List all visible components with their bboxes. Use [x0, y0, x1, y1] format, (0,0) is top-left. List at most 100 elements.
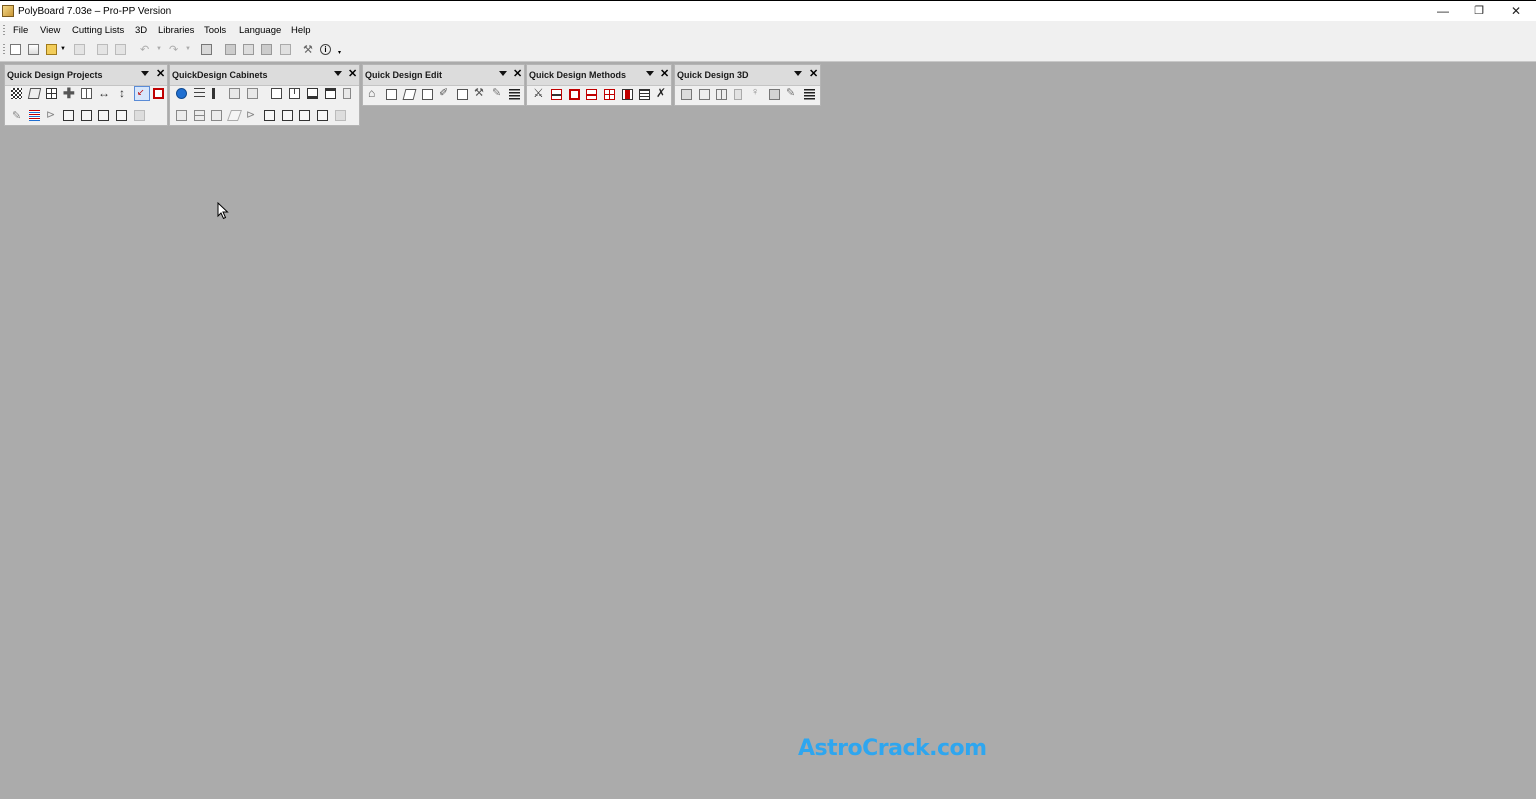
notch-icon[interactable] [457, 89, 468, 100]
shelves-icon[interactable] [194, 88, 205, 99]
close-button[interactable]: ✕ [1502, 3, 1530, 19]
drawer-icon[interactable] [211, 110, 222, 121]
solid-cube-icon[interactable] [335, 110, 346, 121]
print-icon[interactable] [97, 44, 108, 55]
hamburger-list-icon[interactable] [509, 89, 520, 100]
rotate-icon[interactable] [280, 44, 291, 55]
panel-dropdown-icon[interactable] [334, 71, 342, 76]
panel-header[interactable]: Quick Design Methods ✕ [527, 65, 671, 86]
redo-dropdown-icon[interactable]: ▼ [185, 46, 191, 52]
pencil-icon[interactable]: ✎ [12, 109, 21, 122]
carcass-icon[interactable] [229, 88, 240, 99]
panel-header[interactable]: Quick Design Projects ✕ [5, 65, 167, 86]
info-icon[interactable]: i [320, 44, 331, 55]
panel-close-icon[interactable]: ✕ [348, 68, 357, 80]
open-dropdown-icon[interactable]: ▼ [60, 46, 66, 52]
cut-method-icon[interactable]: ✗ [656, 86, 666, 100]
add-divider-icon[interactable]: ✚ [63, 85, 75, 102]
edging-method-icon[interactable] [639, 89, 650, 100]
arrow-forward-icon[interactable]: ⊳ [46, 108, 55, 121]
joint-method-icon[interactable] [551, 89, 562, 100]
brush-icon[interactable]: ✐ [439, 86, 448, 99]
open-folder-icon[interactable] [46, 44, 57, 55]
cube-icon-2[interactable] [81, 110, 92, 121]
hammer-icon[interactable]: ⚒ [474, 86, 484, 99]
step-shape-icon[interactable] [422, 89, 433, 100]
hardware-method-icon[interactable] [622, 89, 633, 100]
menu-tools[interactable]: Tools [204, 25, 226, 36]
dimension-tool-icon[interactable]: ↙ [134, 86, 150, 101]
house-shape-icon[interactable]: ⌂ [368, 86, 375, 100]
restore-button[interactable]: ❐ [1465, 3, 1493, 19]
grid-method-icon[interactable] [604, 89, 615, 100]
line-list-icon[interactable] [29, 110, 40, 121]
edit-pencil-icon[interactable]: ✎ [492, 86, 501, 99]
sloped-panel-icon[interactable] [226, 110, 243, 121]
panel-header[interactable]: QuickDesign Cabinets ✕ [170, 65, 359, 86]
wall-cabinet-icon[interactable] [325, 88, 336, 99]
undo-icon[interactable]: ↶ [140, 43, 149, 56]
narrow-cabinet-icon[interactable] [343, 88, 351, 99]
minimize-button[interactable]: — [1429, 3, 1457, 19]
panel-dropdown-icon[interactable] [499, 71, 507, 76]
frame-method-icon[interactable] [569, 89, 580, 100]
menu-file[interactable]: File [13, 25, 28, 36]
view-3d-icon[interactable] [225, 44, 236, 55]
new-project-icon[interactable] [10, 44, 21, 55]
panel-dropdown-icon[interactable] [794, 71, 802, 76]
menu-3d[interactable]: 3D [135, 25, 147, 36]
cube-icon-4[interactable] [317, 110, 328, 121]
cube-icon-3[interactable] [299, 110, 310, 121]
hamburger-list-icon[interactable] [804, 89, 815, 100]
dowel-method-icon[interactable] [586, 89, 597, 100]
menu-libraries[interactable]: Libraries [158, 25, 194, 36]
layers-icon[interactable] [261, 44, 272, 55]
cube-icon-1[interactable] [264, 110, 275, 121]
menu-view[interactable]: View [40, 25, 60, 36]
menu-help[interactable]: Help [291, 25, 311, 36]
toolbar-overflow-icon[interactable]: ▾ [338, 49, 341, 56]
menu-cutting-lists[interactable]: Cutting Lists [72, 25, 124, 36]
menu-language[interactable]: Language [239, 25, 281, 36]
wrench-icon[interactable]: ⚒ [303, 43, 313, 56]
redo-icon[interactable]: ↷ [169, 43, 178, 56]
corner-shape-icon[interactable] [386, 89, 397, 100]
panel-close-icon[interactable]: ✕ [513, 68, 522, 80]
panel-close-icon[interactable]: ✕ [809, 68, 818, 80]
copy-view-icon[interactable] [243, 44, 254, 55]
print-preview-icon[interactable] [115, 44, 126, 55]
double-box-3d-icon[interactable] [716, 89, 727, 100]
panel-close-icon[interactable]: ✕ [156, 68, 165, 80]
panel-header[interactable]: Quick Design Edit ✕ [363, 65, 524, 86]
cube-icon-3[interactable] [98, 110, 109, 121]
cube-icon-4[interactable] [116, 110, 127, 121]
panel-piece-icon[interactable] [27, 88, 42, 99]
cube-icon-2[interactable] [282, 110, 293, 121]
arrow-forward-icon[interactable]: ⊳ [246, 108, 255, 121]
pattern-icon[interactable] [11, 88, 22, 99]
door-icon[interactable] [247, 88, 258, 99]
panel-dropdown-icon[interactable] [646, 71, 654, 76]
width-arrow-icon[interactable]: ↔ [98, 86, 110, 100]
grid-layout-icon[interactable] [46, 88, 57, 99]
export-icon[interactable] [201, 44, 212, 55]
globe-icon[interactable] [176, 88, 187, 99]
save-icon[interactable] [74, 44, 85, 55]
panel-close-icon[interactable]: ✕ [660, 68, 669, 80]
trapezoid-icon[interactable] [402, 89, 417, 100]
height-arrow-icon[interactable]: ↕ [119, 86, 125, 100]
duplicate-icon[interactable] [28, 44, 39, 55]
solid-cube-icon[interactable] [134, 110, 145, 121]
frame-icon[interactable] [176, 110, 187, 121]
edit-3d-pencil-icon[interactable]: ✎ [786, 86, 795, 99]
tools-icon[interactable]: ⚔ [533, 86, 544, 100]
cube-icon-1[interactable] [63, 110, 74, 121]
panel-header[interactable]: Quick Design 3D ✕ [675, 65, 820, 86]
base-cabinet-icon[interactable] [307, 88, 318, 99]
undo-dropdown-icon[interactable]: ▼ [156, 46, 162, 52]
split-vertical-icon[interactable] [81, 88, 92, 99]
light-bulb-icon[interactable]: ♀ [751, 86, 759, 98]
panel-dropdown-icon[interactable] [141, 71, 149, 76]
shaded-box-3d-icon[interactable] [769, 89, 780, 100]
vertical-panel-icon[interactable] [212, 88, 215, 99]
